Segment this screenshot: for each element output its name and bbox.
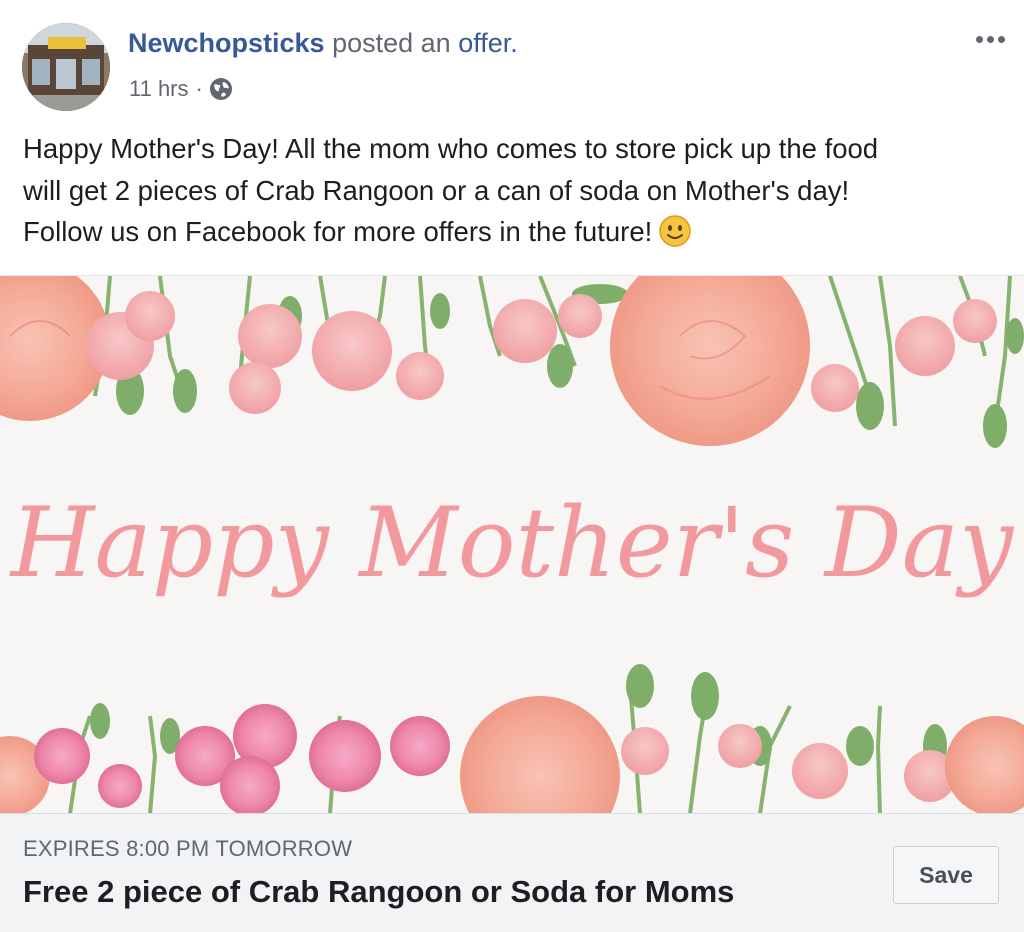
author-name-link[interactable]: Newchopsticks: [128, 28, 325, 58]
offer-link[interactable]: offer.: [458, 28, 518, 58]
offer-title[interactable]: Free 2 piece of Crab Rangoon or Soda for…: [23, 874, 734, 910]
save-button[interactable]: Save: [893, 846, 999, 904]
post-header: Newchopsticks posted an offer. 11 hrs ·: [0, 0, 1024, 120]
greeting-text: Happy Mother's Day: [9, 487, 1015, 599]
post-message-line: will get 2 pieces of Crab Rangoon or a c…: [23, 174, 850, 206]
post-message-line-text: Follow us on Facebook for more offers in…: [23, 216, 653, 247]
more-dot: [997, 35, 1005, 43]
offer-image[interactable]: Happy Mother's Day: [0, 275, 1024, 814]
post-action-text: posted an: [332, 28, 451, 58]
offer-expiration: EXPIRES 8:00 PM TOMORROW: [23, 836, 353, 861]
more-dot: [986, 35, 994, 43]
page-avatar[interactable]: [22, 23, 110, 111]
globe-icon[interactable]: [209, 77, 233, 101]
post-message-line: Follow us on Facebook for more offers in…: [23, 211, 1003, 253]
slightly-smiling-face-icon: [658, 214, 692, 248]
post-message: Happy Mother's Day! All the mom who come…: [23, 128, 1003, 253]
post-timestamp[interactable]: 11 hrs: [129, 76, 189, 102]
more-options-icon[interactable]: [970, 26, 1010, 52]
offer-footer: EXPIRES 8:00 PM TOMORROW Free 2 piece of…: [0, 813, 1024, 932]
post-author-line: Newchopsticks posted an offer.: [128, 28, 518, 59]
post-message-line: Happy Mother's Day! All the mom who come…: [23, 133, 879, 164]
post-meta: 11 hrs ·: [129, 76, 233, 102]
meta-separator: ·: [195, 76, 203, 101]
more-dot: [975, 35, 983, 43]
